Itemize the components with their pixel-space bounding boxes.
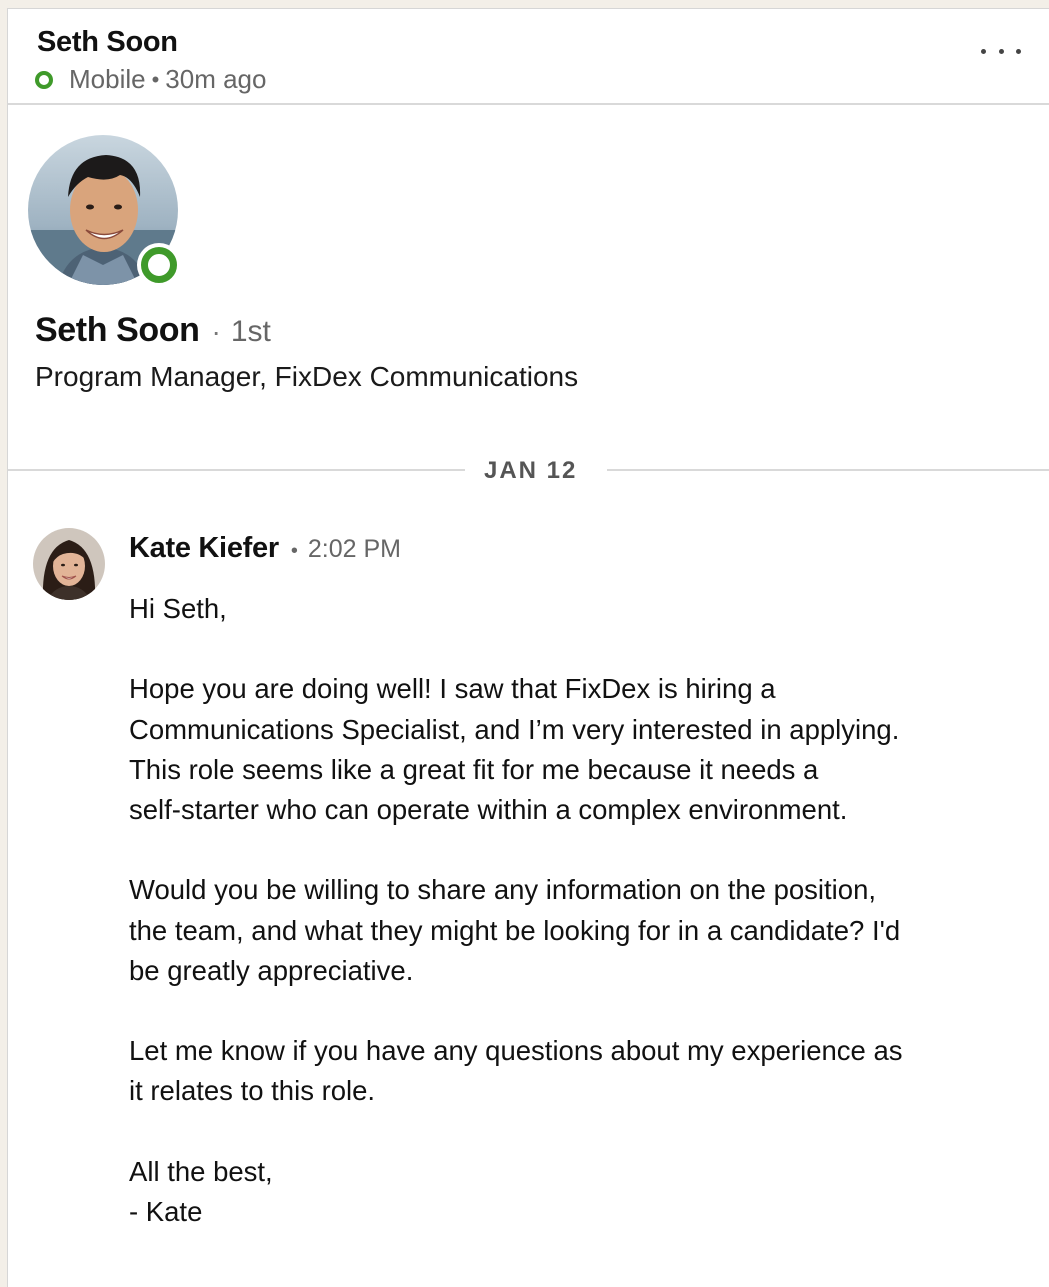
message-line: Would you be willing to share any inform…: [129, 874, 877, 906]
online-status-icon: [35, 70, 53, 89]
status-separator: •: [151, 66, 160, 92]
degree-separator: ·: [211, 316, 221, 347]
message-line: Hi Seth,: [129, 593, 227, 624]
message-line: Hope you are doing well! I saw that FixD…: [129, 673, 776, 705]
message-timestamp: 2:02 PM: [307, 535, 401, 563]
message-line: be greatly appreciative.: [129, 954, 414, 986]
message-line: This role seems like a great fit for me …: [129, 753, 819, 785]
message-line: self-starter who can operate within a co…: [129, 794, 848, 825]
message-separator: •: [290, 540, 298, 562]
message-body: Hi Seth, Hope you are doing well! I saw …: [129, 589, 1009, 1232]
conversation-header: Seth Soon Mobile • 30m ago: [8, 9, 1049, 105]
presence-status: Mobile • 30m ago: [35, 64, 266, 95]
date-divider: JAN 12: [8, 457, 1049, 484]
more-options-button[interactable]: [981, 39, 1021, 63]
message-sender-name[interactable]: Kate Kiefer: [129, 532, 279, 565]
profile-headline: Program Manager, FixDex Communications: [35, 361, 579, 392]
conversation-panel: Seth Soon Mobile • 30m ago Seth Soon · 1…: [7, 8, 1049, 1287]
message-line: it relates to this role.: [129, 1075, 376, 1107]
message-header: Kate Kiefer • 2:02 PM: [129, 532, 401, 565]
profile-name-row: Seth Soon · 1st: [35, 311, 271, 350]
ellipsis-icon: [981, 48, 986, 54]
divider-line-right: [607, 469, 1049, 471]
header-contact-name[interactable]: Seth Soon: [37, 26, 178, 59]
device-label: Mobile: [69, 64, 146, 94]
message-line: the team, and what they might be looking…: [129, 914, 901, 946]
divider-line-left: [8, 469, 465, 471]
date-label: JAN 12: [484, 457, 578, 484]
profile-online-indicator-icon: [141, 247, 177, 283]
message-line: - Kate: [129, 1195, 203, 1227]
sender-avatar[interactable]: [33, 528, 105, 600]
message-line: All the best,: [129, 1155, 273, 1187]
profile-name[interactable]: Seth Soon: [35, 311, 200, 350]
sender-photo: [33, 528, 105, 600]
message-line: Communications Specialist, and I’m very …: [129, 713, 900, 745]
connection-degree: 1st: [230, 315, 271, 348]
message-line: Let me know if you have any questions ab…: [129, 1035, 903, 1067]
last-active-time: 30m ago: [165, 64, 267, 94]
